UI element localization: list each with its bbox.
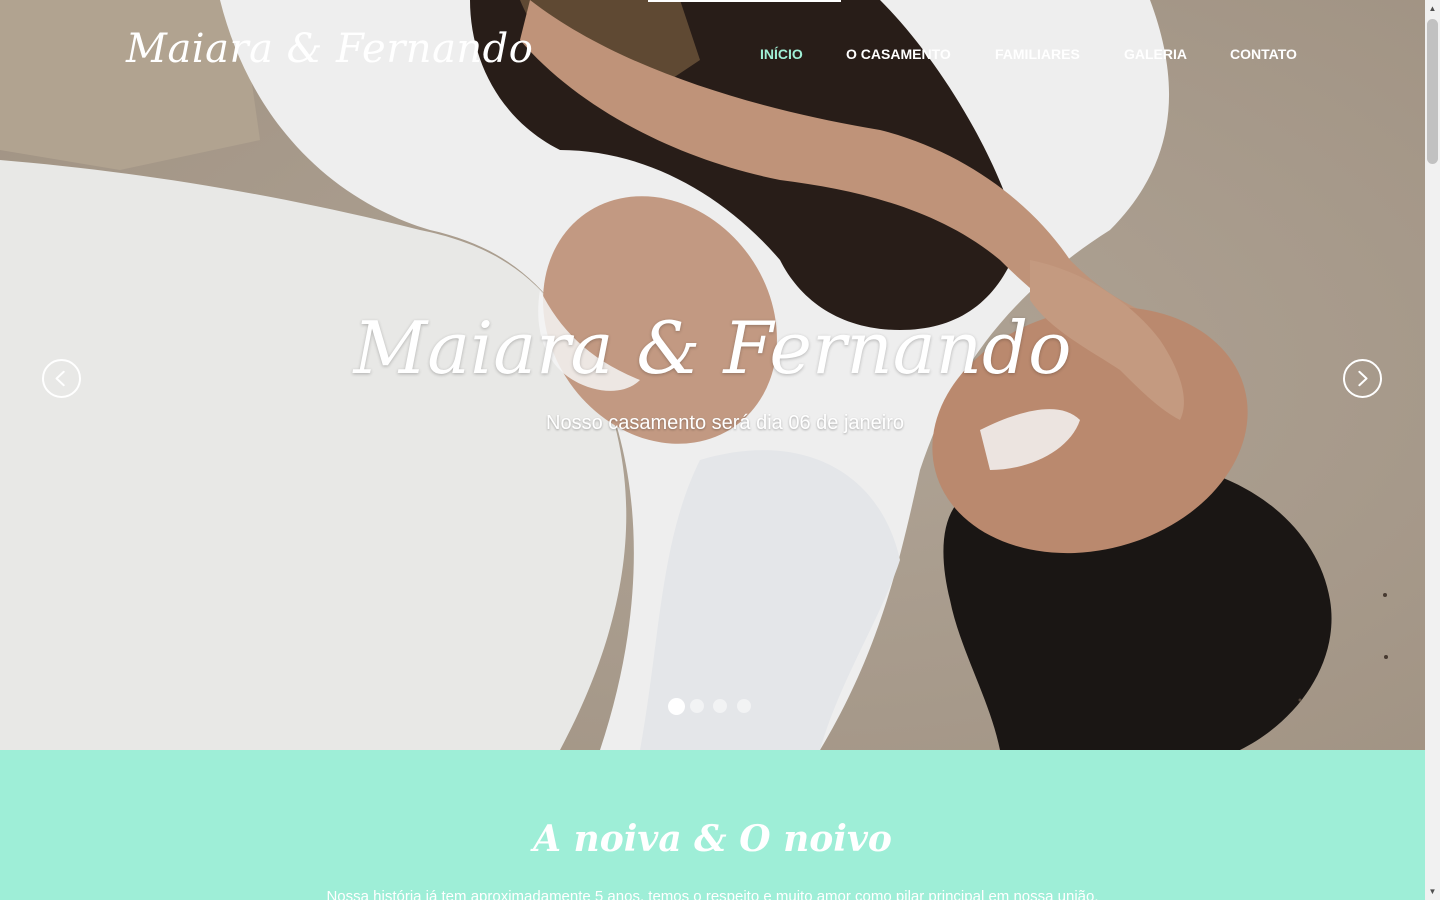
nav-item-contato[interactable]: CONTATO [1230, 46, 1297, 62]
scrollbar-thumb[interactable] [1427, 19, 1438, 164]
scroll-up-icon[interactable]: ▲ [1425, 0, 1440, 17]
hero-title: Maiara & Fernando [353, 306, 1072, 390]
nav-item-familiares[interactable]: FAMILIARES [995, 46, 1080, 62]
page-scrollbar[interactable]: ▲ ▼ [1425, 0, 1440, 900]
section-title: A noiva & O noivo [533, 818, 892, 860]
chevron-right-icon [1358, 370, 1368, 387]
nav-item-inicio[interactable]: INÍCIO [760, 46, 803, 62]
carousel-dot-4[interactable] [737, 699, 751, 713]
chevron-left-icon [55, 370, 65, 387]
site-brand[interactable]: Maiara & Fernando [126, 26, 533, 72]
carousel-next-button[interactable] [1343, 359, 1382, 398]
carousel-dot-2[interactable] [690, 699, 704, 713]
hero-subtitle: Nosso casamento será dia 06 de janeiro [546, 412, 904, 434]
carousel-dot-3[interactable] [713, 699, 727, 713]
about-text: Nossa história já tem aproximadamente 5 … [326, 888, 1099, 900]
carousel-prev-button[interactable] [42, 359, 81, 398]
top-indicator [648, 0, 841, 2]
hero-carousel: Maiara & Fernando INÍCIO O CASAMENTO FAM… [0, 0, 1425, 750]
scroll-down-icon[interactable]: ▼ [1425, 883, 1440, 900]
about-couple-section: A noiva & O noivo Nossa história já tem … [0, 750, 1425, 900]
nav-item-o-casamento[interactable]: O CASAMENTO [846, 46, 951, 62]
carousel-dot-1[interactable] [668, 698, 685, 715]
nav-item-galeria[interactable]: GALERIA [1124, 46, 1187, 62]
